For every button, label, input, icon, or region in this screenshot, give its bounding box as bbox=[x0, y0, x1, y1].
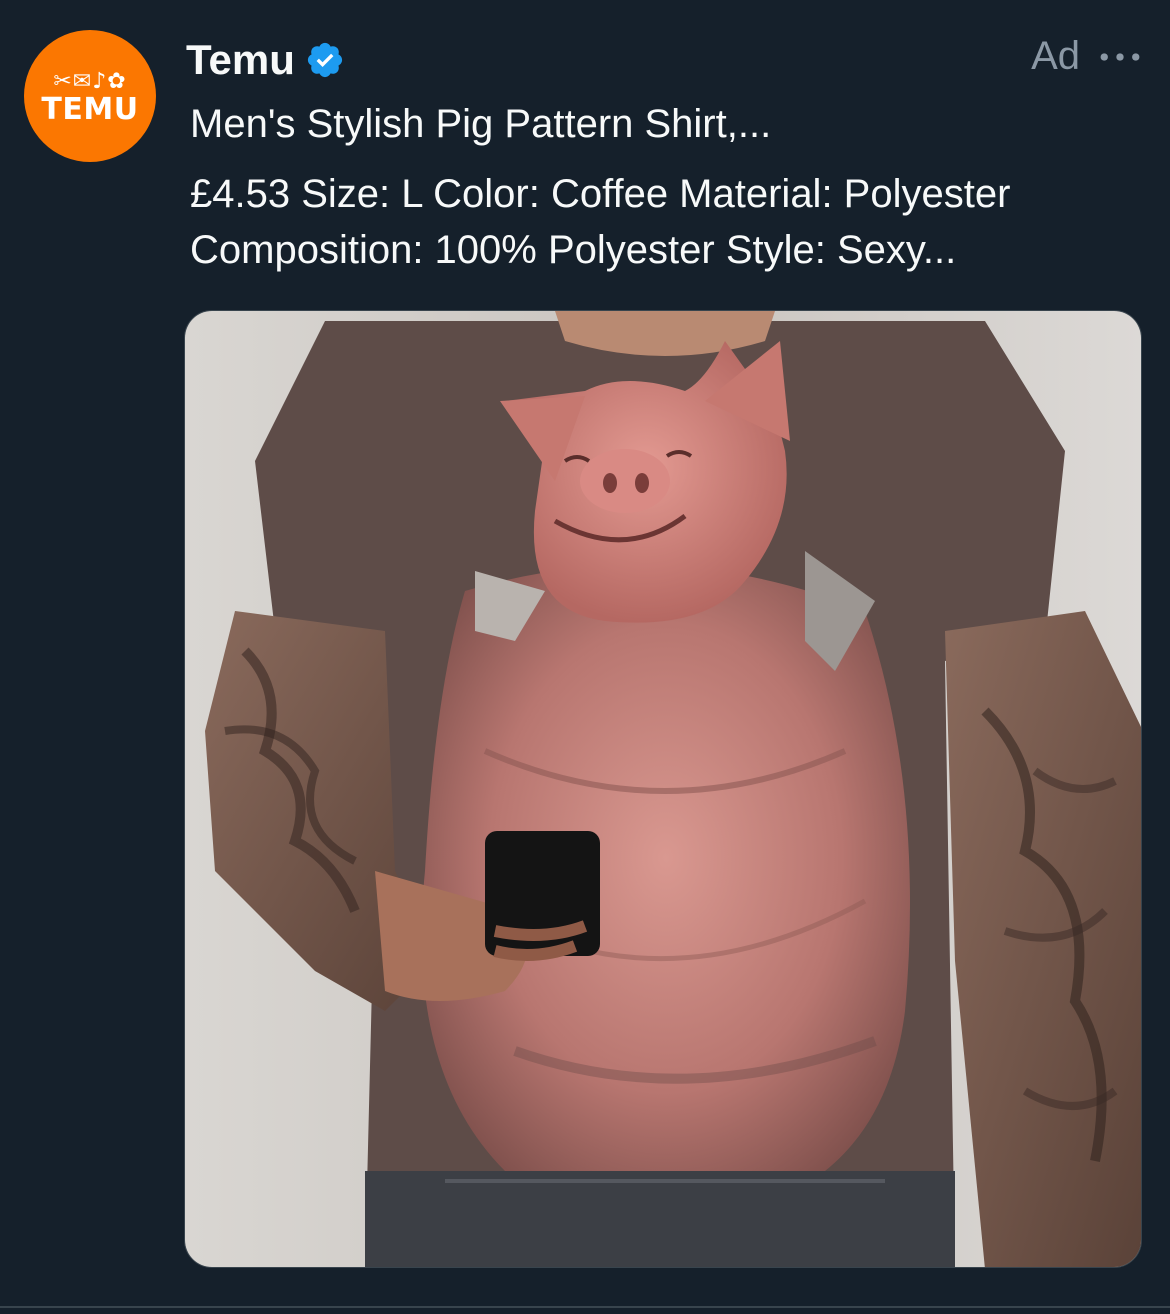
ad-post[interactable]: ✂✉♪✿ TEMU Temu Ad Men's Stylish Pig Patt… bbox=[0, 0, 1170, 1314]
more-horizontal-icon[interactable] bbox=[1096, 37, 1144, 77]
product-image[interactable] bbox=[184, 310, 1142, 1268]
post-header: Temu bbox=[186, 32, 345, 88]
logo-glyphs: ✂✉♪✿ bbox=[53, 69, 127, 94]
ad-description[interactable]: £4.53 Size: L Color: Coffee Material: Po… bbox=[190, 166, 1150, 278]
ad-label: Ad bbox=[1031, 34, 1080, 78]
author-name[interactable]: Temu bbox=[186, 36, 295, 84]
verified-badge-icon bbox=[305, 40, 345, 80]
product-photo bbox=[185, 311, 1141, 1267]
temu-avatar[interactable]: ✂✉♪✿ TEMU bbox=[24, 30, 156, 162]
post-divider bbox=[0, 1306, 1170, 1308]
ad-area: Ad bbox=[1031, 34, 1144, 79]
temu-logo-text: TEMU bbox=[41, 92, 139, 127]
ad-title[interactable]: Men's Stylish Pig Pattern Shirt,... bbox=[190, 98, 771, 150]
